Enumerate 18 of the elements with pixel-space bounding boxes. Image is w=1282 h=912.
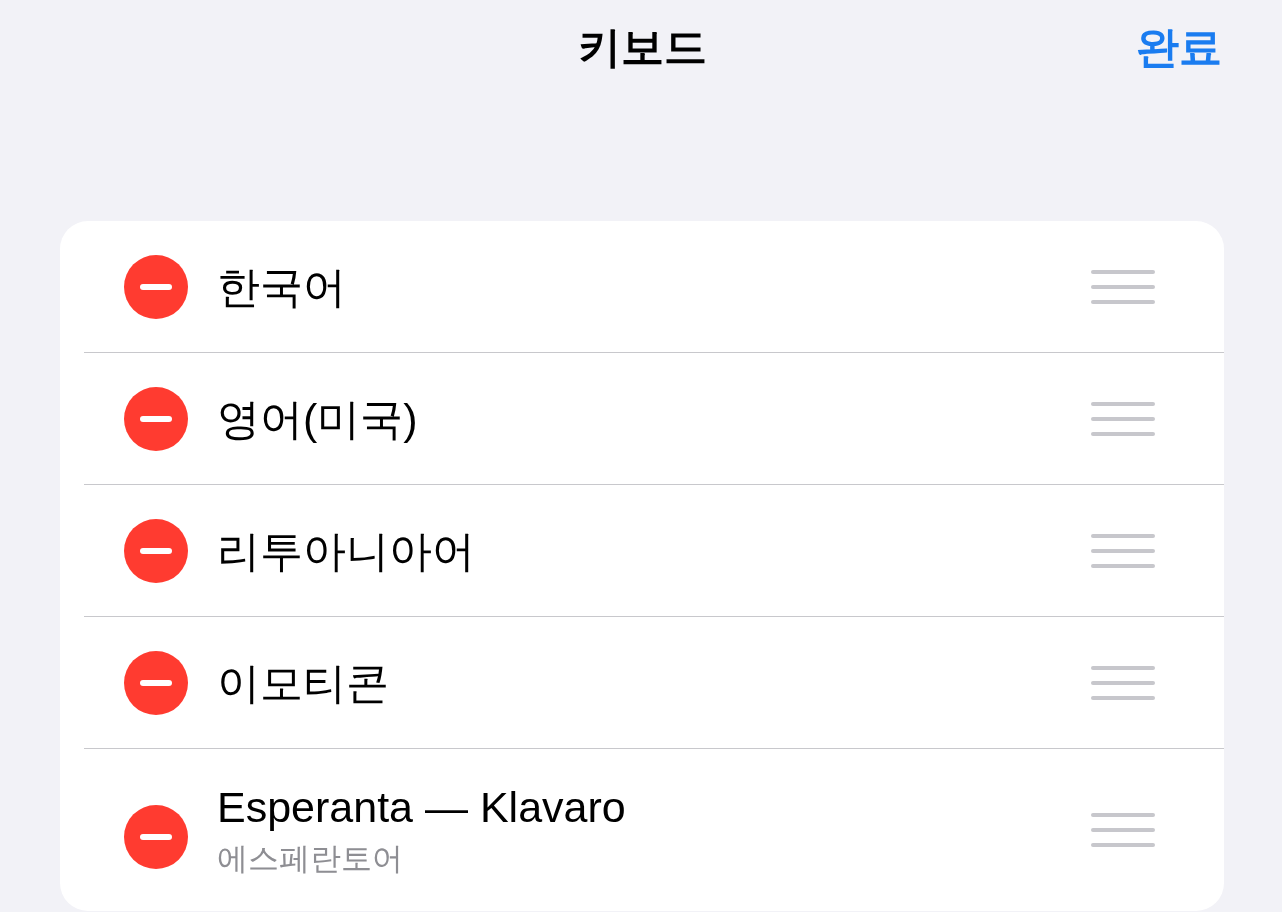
- keyboard-name: Esperanta — Klavaro: [217, 782, 627, 833]
- grip-lines-icon[interactable]: [1091, 269, 1155, 304]
- keyboard-name: 이모티콘: [217, 657, 390, 709]
- keyboard-name: 한국어: [217, 261, 347, 313]
- keyboard-name: 영어(미국): [217, 393, 419, 445]
- done-button[interactable]: 완료: [1136, 21, 1222, 73]
- grip-lines-icon[interactable]: [1091, 533, 1155, 568]
- keyboard-name: 리투아니아어: [217, 525, 476, 577]
- minus-circle-icon[interactable]: [124, 254, 188, 319]
- keyboard-language: 에스페란토어: [217, 840, 404, 878]
- grip-lines-icon[interactable]: [1091, 813, 1155, 847]
- minus-circle-icon[interactable]: [124, 386, 188, 451]
- minus-circle-icon[interactable]: [124, 805, 188, 869]
- minus-circle-icon[interactable]: [124, 650, 188, 715]
- grip-lines-icon[interactable]: [1091, 401, 1155, 436]
- page-title: 키보드: [577, 22, 707, 73]
- grip-lines-icon[interactable]: [1091, 665, 1155, 700]
- minus-circle-icon[interactable]: [124, 518, 188, 583]
